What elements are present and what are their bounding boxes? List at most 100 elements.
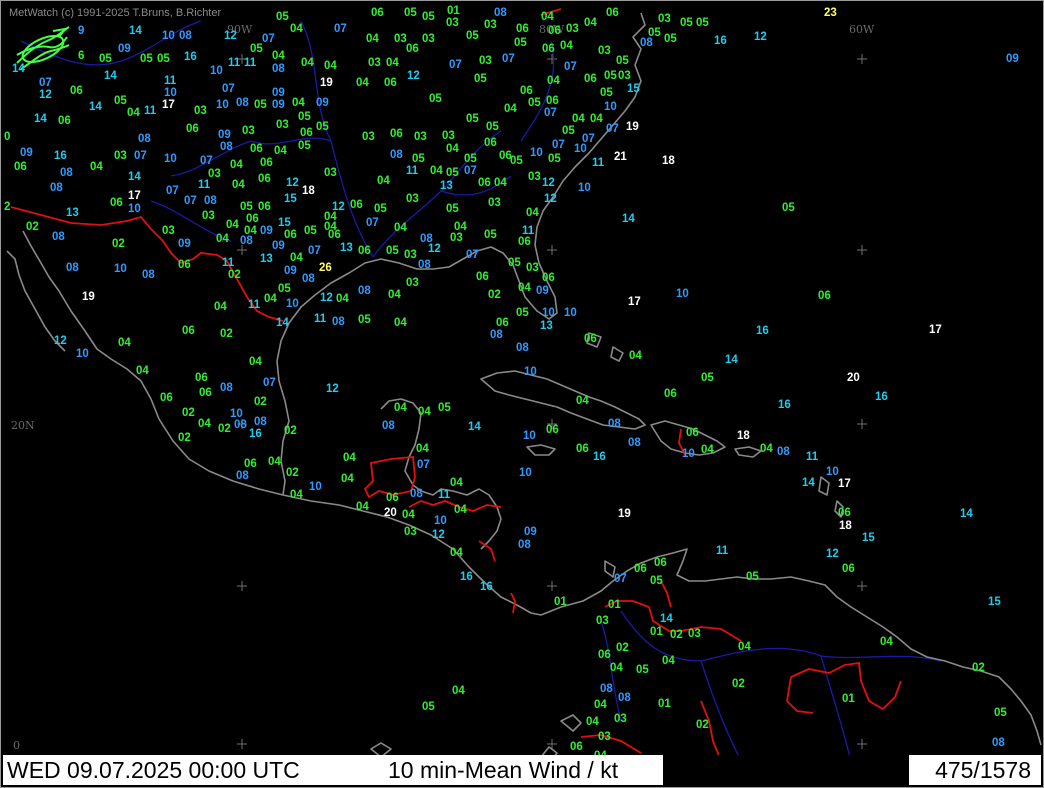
station-wind-value: 11 xyxy=(228,57,241,69)
station-wind-value: 06 xyxy=(386,492,399,504)
station-wind-value: 01 xyxy=(447,5,460,17)
station-wind-value: 13 xyxy=(340,242,353,254)
station-wind-value: 08 xyxy=(220,382,233,394)
station-wind-value: 08 xyxy=(618,692,631,704)
station-wind-value: 02 xyxy=(696,719,709,731)
station-wind-value: 16 xyxy=(778,399,791,411)
station-wind-value: 14 xyxy=(802,477,815,489)
station-wind-value: 02 xyxy=(112,238,125,250)
station-wind-value: 09 xyxy=(20,147,33,159)
station-wind-value: 06 xyxy=(606,7,619,19)
station-wind-value: 04 xyxy=(356,501,369,513)
station-wind-value: 04 xyxy=(136,365,149,377)
station-wind-value: 05 xyxy=(650,575,663,587)
station-wind-value: 04 xyxy=(394,317,407,329)
station-wind-value: 09 xyxy=(272,87,285,99)
station-wind-value: 08 xyxy=(60,167,73,179)
station-wind-value: 06 xyxy=(14,161,27,173)
lat-label-20n: 20N xyxy=(11,419,35,432)
station-wind-value: 04 xyxy=(610,662,623,674)
station-wind-value: 18 xyxy=(737,430,750,442)
station-wind-value: 04 xyxy=(430,165,443,177)
station-wind-value: 11 xyxy=(592,157,605,169)
station-wind-value: 04 xyxy=(526,207,539,219)
station-wind-value: 02 xyxy=(488,289,501,301)
station-wind-value: 09 xyxy=(272,99,285,111)
station-wind-value: 10 xyxy=(530,147,543,159)
station-wind-value: 04 xyxy=(450,547,463,559)
station-wind-value: 06 xyxy=(195,372,208,384)
station-wind-value: 04 xyxy=(416,443,429,455)
station-wind-value: 05 xyxy=(548,153,561,165)
station-wind-value: 10 xyxy=(164,153,177,165)
station-wind-value: 06 xyxy=(371,7,384,19)
station-wind-value: 03 xyxy=(450,232,463,244)
station-wind-value: 04 xyxy=(629,350,642,362)
station-wind-value: 14 xyxy=(104,70,117,82)
copyright-notice: MetWatch (c) 1991-2025 T.Bruns, B.Richte… xyxy=(9,7,222,19)
station-wind-value: 04 xyxy=(341,473,354,485)
rivers xyxy=(20,20,942,762)
station-wind-value: 18 xyxy=(839,520,852,532)
status-spacer xyxy=(663,755,909,785)
station-wind-value: 05 xyxy=(374,203,387,215)
station-wind-value: 05 xyxy=(358,314,371,326)
station-wind-value: 08 xyxy=(236,470,249,482)
station-wind-value: 08 xyxy=(254,416,267,428)
station-wind-value: 14 xyxy=(960,508,973,520)
station-wind-value: 08 xyxy=(204,195,217,207)
station-wind-value: 03 xyxy=(394,33,407,45)
station-wind-value: 03 xyxy=(442,130,455,142)
station-wind-value: 16 xyxy=(593,451,606,463)
station-wind-value: 10 xyxy=(826,466,839,478)
station-wind-value: 12 xyxy=(224,30,237,42)
station-wind-value: 04 xyxy=(216,233,229,245)
station-wind-value: 02 xyxy=(284,425,297,437)
station-wind-value: 04 xyxy=(590,113,603,125)
station-wind-value: 04 xyxy=(324,221,337,233)
station-wind-value: 08 xyxy=(240,235,253,247)
station-wind-value: 08 xyxy=(66,262,79,274)
station-wind-value: 05 xyxy=(412,153,425,165)
station-wind-value: 07 xyxy=(466,249,479,261)
station-wind-value: 21 xyxy=(614,151,627,163)
station-wind-value: 01 xyxy=(608,599,621,611)
station-wind-value: 03 xyxy=(242,125,255,137)
station-wind-value: 06 xyxy=(576,443,589,455)
station-wind-value: 03 xyxy=(194,105,207,117)
station-wind-value: 09 xyxy=(260,225,273,237)
station-wind-value: 10 xyxy=(309,481,322,493)
station-wind-value: 12 xyxy=(432,529,445,541)
station-wind-value: 08 xyxy=(777,446,790,458)
station-wind-value: 23 xyxy=(824,7,837,19)
station-wind-value: 12 xyxy=(326,383,339,395)
station-wind-value: 06 xyxy=(350,199,363,211)
station-wind-value: 05 xyxy=(746,571,759,583)
station-wind-value: 03 xyxy=(422,33,435,45)
station-wind-value: 01 xyxy=(554,596,567,608)
station-wind-value: 18 xyxy=(302,185,315,197)
station-wind-value: 06 xyxy=(178,259,191,271)
station-wind-value: 05 xyxy=(648,27,661,39)
station-wind-value: 08 xyxy=(382,420,395,432)
station-wind-value: 05 xyxy=(484,229,497,241)
station-wind-value: 08 xyxy=(608,418,621,430)
station-wind-value: 05 xyxy=(514,37,527,49)
station-wind-value: 19 xyxy=(82,291,95,303)
station-wind-value: 10 xyxy=(76,348,89,360)
station-wind-value: 03 xyxy=(324,167,337,179)
station-wind-value: 12 xyxy=(826,548,839,560)
station-wind-value: 07 xyxy=(366,217,379,229)
station-wind-value: 07 xyxy=(39,77,52,89)
station-wind-value: 11 xyxy=(164,75,177,87)
station-wind-value: 04 xyxy=(586,716,599,728)
station-wind-value: 06 xyxy=(160,392,173,404)
station-wind-value: 08 xyxy=(142,269,155,281)
station-wind-value: 09 xyxy=(218,129,231,141)
station-wind-value: 07 xyxy=(464,165,477,177)
station-wind-value: 05 xyxy=(680,17,693,29)
station-wind-value: 06 xyxy=(542,43,555,55)
station-wind-value: 06 xyxy=(384,77,397,89)
station-wind-value: 09 xyxy=(272,240,285,252)
station-wind-value: 12 xyxy=(286,177,299,189)
